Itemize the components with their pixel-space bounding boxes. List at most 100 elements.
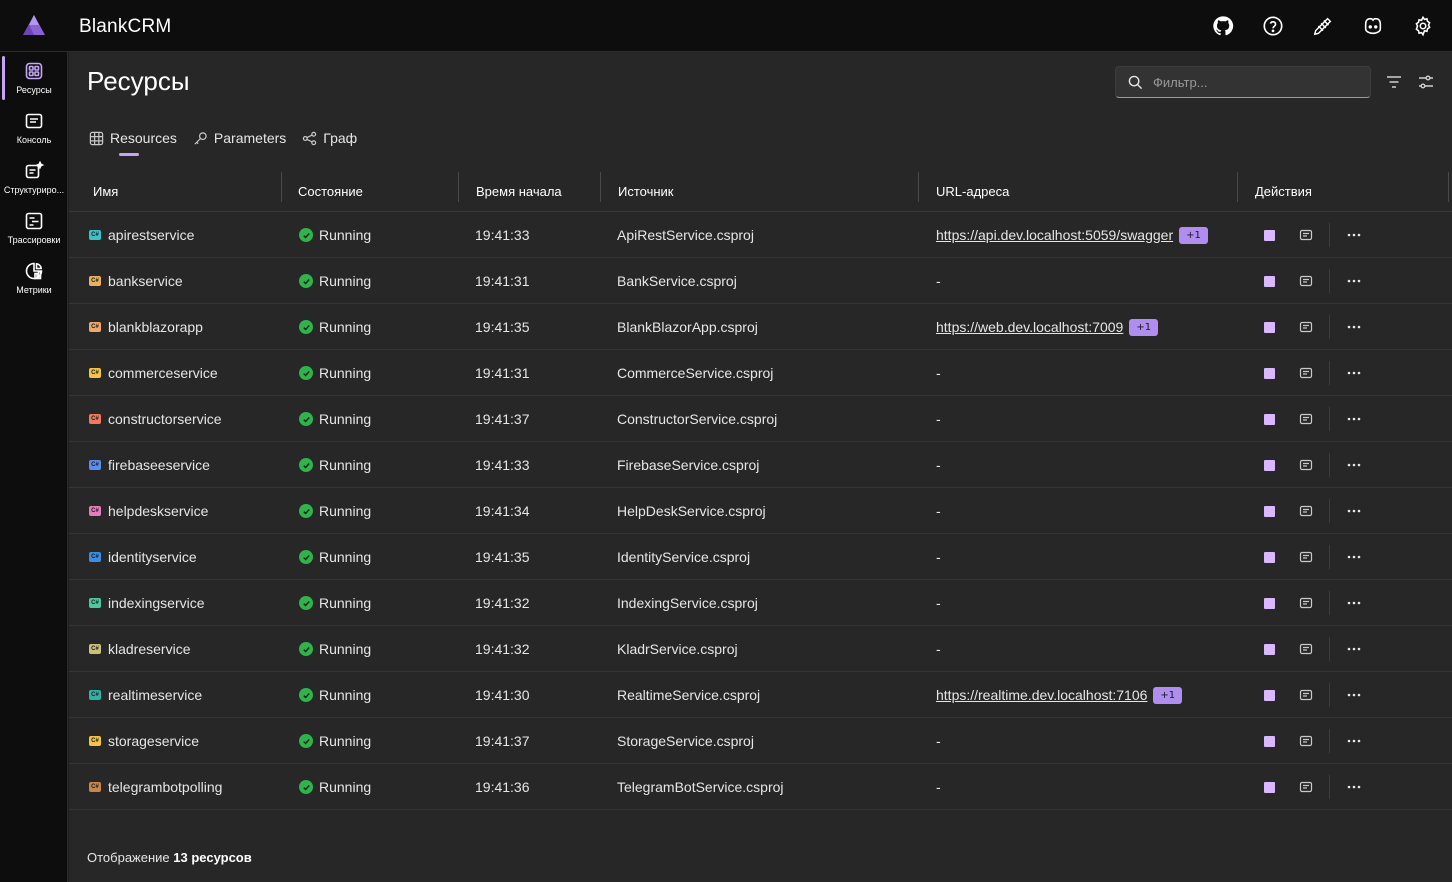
more-options-icon[interactable] (1346, 779, 1362, 795)
state-text[interactable]: Running (319, 549, 371, 565)
more-urls-badge[interactable]: +1 (1153, 686, 1183, 704)
table-row[interactable]: C# kladreservice Running 19:41:32 KladrS… (69, 626, 1452, 672)
state-text[interactable]: Running (319, 273, 371, 289)
stop-icon[interactable] (1264, 367, 1275, 379)
console-logs-icon[interactable] (1299, 228, 1313, 242)
console-logs-icon[interactable] (1299, 366, 1313, 380)
stop-icon[interactable] (1264, 551, 1275, 563)
copilot-icon[interactable] (1358, 13, 1388, 39)
table-row[interactable]: C# apirestservice Running 19:41:33 ApiRe… (69, 212, 1452, 258)
state-text[interactable]: Running (319, 641, 371, 657)
table-row[interactable]: C# firebaseeservice Running 19:41:33 Fir… (69, 442, 1452, 488)
more-options-icon[interactable] (1346, 365, 1362, 381)
stop-icon[interactable] (1264, 597, 1275, 609)
console-logs-icon[interactable] (1299, 412, 1313, 426)
stop-icon[interactable] (1264, 321, 1275, 333)
more-options-icon[interactable] (1346, 457, 1362, 473)
state-text[interactable]: Running (319, 365, 371, 381)
more-options-icon[interactable] (1346, 641, 1362, 657)
more-options-icon[interactable] (1346, 595, 1362, 611)
endpoint-link[interactable]: https://web.dev.localhost:7009 (936, 319, 1123, 335)
tab-parameters[interactable]: Parameters (193, 126, 286, 150)
nav-traces[interactable]: Трассировки (0, 204, 68, 252)
settings-sliders-icon[interactable] (1415, 72, 1437, 92)
feedback-icon[interactable] (1308, 13, 1338, 39)
settings-icon[interactable] (1408, 13, 1438, 39)
table-row[interactable]: C# commerceservice Running 19:41:31 Comm… (69, 350, 1452, 396)
more-options-icon[interactable] (1346, 273, 1362, 289)
stop-icon[interactable] (1264, 229, 1275, 241)
tab-resources[interactable]: Resources (89, 126, 177, 156)
resource-name[interactable]: firebaseeservice (108, 457, 210, 473)
stop-icon[interactable] (1264, 643, 1275, 655)
stop-icon[interactable] (1264, 275, 1275, 287)
resource-name[interactable]: bankservice (108, 273, 183, 289)
nav-metrics[interactable]: Метрики (0, 254, 68, 302)
more-options-icon[interactable] (1346, 411, 1362, 427)
table-row[interactable]: C# helpdeskservice Running 19:41:34 Help… (69, 488, 1452, 534)
state-text[interactable]: Running (319, 779, 371, 795)
state-text[interactable]: Running (319, 227, 371, 243)
stop-icon[interactable] (1264, 781, 1275, 793)
column-header-source[interactable]: Источник (612, 170, 674, 212)
more-options-icon[interactable] (1346, 687, 1362, 703)
more-urls-badge[interactable]: +1 (1129, 318, 1159, 336)
stop-icon[interactable] (1264, 459, 1275, 471)
more-options-icon[interactable] (1346, 319, 1362, 335)
stop-icon[interactable] (1264, 735, 1275, 747)
console-logs-icon[interactable] (1299, 734, 1313, 748)
help-icon[interactable] (1258, 13, 1288, 39)
more-urls-badge[interactable]: +1 (1179, 226, 1208, 244)
console-logs-icon[interactable] (1299, 780, 1313, 794)
console-logs-icon[interactable] (1299, 550, 1313, 564)
resource-name[interactable]: telegrambotpolling (108, 779, 222, 795)
column-header-state[interactable]: Состояние (292, 170, 363, 212)
table-row[interactable]: C# bankservice Running 19:41:31 BankServ… (69, 258, 1452, 304)
column-resizer[interactable] (600, 172, 601, 202)
resource-name[interactable]: realtimeservice (108, 687, 202, 703)
nav-console[interactable]: Консоль (0, 104, 68, 152)
column-header-start-time[interactable]: Время начала (470, 170, 562, 212)
endpoint-link[interactable]: https://api.dev.localhost:5059/swagger (936, 227, 1173, 243)
column-resizer[interactable] (281, 172, 282, 202)
column-header-name[interactable]: Имя (87, 170, 118, 212)
state-text[interactable]: Running (319, 733, 371, 749)
table-row[interactable]: C# constructorservice Running 19:41:37 C… (69, 396, 1452, 442)
aspire-logo-icon[interactable] (22, 14, 46, 36)
console-logs-icon[interactable] (1299, 688, 1313, 702)
column-resizer[interactable] (918, 172, 919, 202)
github-icon[interactable] (1208, 13, 1238, 39)
state-text[interactable]: Running (319, 687, 371, 703)
console-logs-icon[interactable] (1299, 642, 1313, 656)
filter-box[interactable] (1115, 66, 1371, 98)
table-row[interactable]: C# identityservice Running 19:41:35 Iden… (69, 534, 1452, 580)
column-header-urls[interactable]: URL-адреса (930, 170, 1009, 212)
resource-name[interactable]: blankblazorapp (108, 319, 203, 335)
stop-icon[interactable] (1264, 413, 1275, 425)
endpoint-link[interactable]: https://realtime.dev.localhost:7106 (936, 687, 1147, 703)
resource-name[interactable]: constructorservice (108, 411, 222, 427)
column-resizer[interactable] (458, 172, 459, 202)
column-resizer[interactable] (1448, 172, 1449, 202)
more-options-icon[interactable] (1346, 227, 1362, 243)
console-logs-icon[interactable] (1299, 320, 1313, 334)
filter-icon[interactable] (1383, 72, 1405, 92)
resource-name[interactable]: kladreservice (108, 641, 190, 657)
table-row[interactable]: C# storageservice Running 19:41:37 Stora… (69, 718, 1452, 764)
resource-name[interactable]: helpdeskservice (108, 503, 208, 519)
console-logs-icon[interactable] (1299, 504, 1313, 518)
nav-resources[interactable]: Ресурсы (0, 54, 68, 102)
nav-structured-logs[interactable]: Структуриро... (0, 154, 68, 202)
resource-name[interactable]: indexingservice (108, 595, 205, 611)
state-text[interactable]: Running (319, 503, 371, 519)
more-options-icon[interactable] (1346, 733, 1362, 749)
resource-name[interactable]: commerceservice (108, 365, 218, 381)
resource-name[interactable]: storageservice (108, 733, 199, 749)
state-text[interactable]: Running (319, 319, 371, 335)
filter-input[interactable] (1153, 74, 1353, 90)
state-text[interactable]: Running (319, 411, 371, 427)
table-row[interactable]: C# realtimeservice Running 19:41:30 Real… (69, 672, 1452, 718)
table-row[interactable]: C# indexingservice Running 19:41:32 Inde… (69, 580, 1452, 626)
table-row[interactable]: C# telegrambotpolling Running 19:41:36 T… (69, 764, 1452, 810)
tab-graph[interactable]: Граф (302, 126, 357, 150)
